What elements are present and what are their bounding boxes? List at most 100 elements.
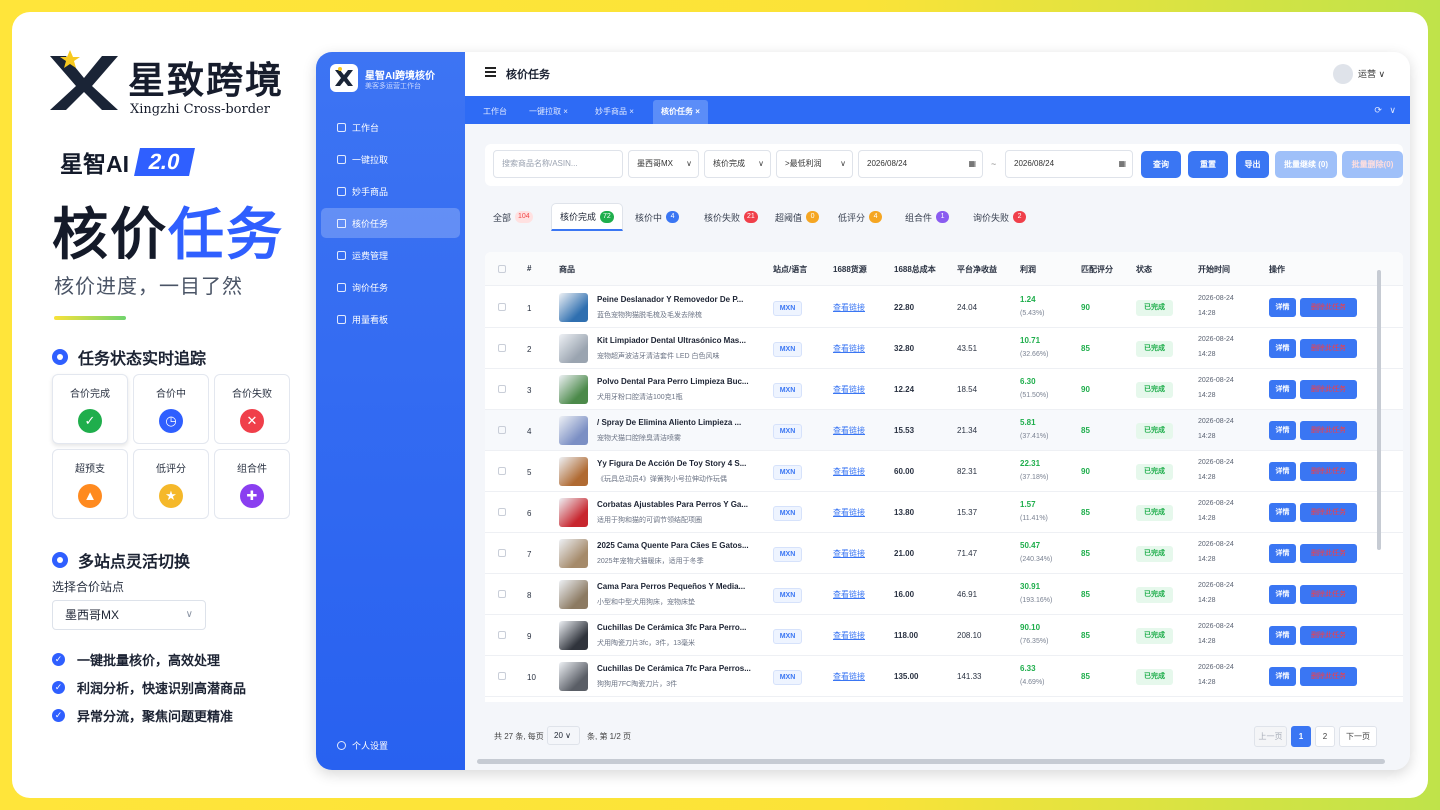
delete-task-button[interactable]: 删除此任务: [1300, 339, 1357, 358]
table-row[interactable]: 4 / Spray De Elimina Aliento Limpieza ...…: [485, 410, 1403, 451]
query-button[interactable]: 查询: [1141, 151, 1181, 178]
table-row[interactable]: 5 Yy Figura De Acción De Toy Story 4 S...…: [485, 451, 1403, 492]
table-row[interactable]: 1 Peine Deslanador Y Removedor De P... 蓝色宠…: [485, 287, 1403, 328]
delete-task-button[interactable]: 删除此任务: [1300, 298, 1357, 317]
batch-continue-button[interactable]: 批量继续 (0): [1275, 151, 1337, 178]
table-row[interactable]: 8 Cama Para Perros Pequeños Y Media... 小型和…: [485, 574, 1403, 615]
source-link[interactable]: 查看链接: [833, 671, 865, 682]
page-size-select[interactable]: 20 ∨: [547, 726, 580, 745]
table-row[interactable]: 3 Polvo Dental Para Perro Limpieza Buc...…: [485, 369, 1403, 410]
detail-button[interactable]: 详情: [1269, 667, 1296, 686]
product-title[interactable]: Corbatas Ajustables Para Perros Y Ga...: [597, 500, 754, 509]
row-checkbox[interactable]: [498, 549, 506, 557]
sidebar-item-0[interactable]: 工作台: [321, 112, 460, 142]
avatar[interactable]: [1333, 64, 1353, 84]
delete-task-button[interactable]: 删除此任务: [1300, 462, 1357, 481]
date-end-input[interactable]: 2026/08/24 ▦: [1005, 150, 1133, 178]
status-tab[interactable]: 低评分 4: [830, 203, 890, 231]
product-title[interactable]: Cuchillas De Cerámica 7fc Para Perros...: [597, 664, 754, 673]
row-checkbox[interactable]: [498, 344, 506, 352]
next-page-button[interactable]: 下一页: [1339, 726, 1377, 747]
sidebar-item-settings[interactable]: 个人设置: [321, 730, 460, 760]
product-title[interactable]: Peine Deslanador Y Removedor De P...: [597, 295, 754, 304]
product-title[interactable]: / Spray De Elimina Aliento Limpieza ...: [597, 418, 754, 427]
delete-task-button[interactable]: 删除此任务: [1300, 380, 1357, 399]
detail-button[interactable]: 详情: [1269, 339, 1296, 358]
site-select[interactable]: 墨西哥MX ∨: [52, 600, 206, 630]
product-title[interactable]: Polvo Dental Para Perro Limpieza Buc...: [597, 377, 754, 386]
detail-button[interactable]: 详情: [1269, 298, 1296, 317]
delete-task-button[interactable]: 删除此任务: [1300, 544, 1357, 563]
export-button[interactable]: 导出: [1236, 151, 1269, 178]
row-checkbox[interactable]: [498, 303, 506, 311]
sidebar-item-1[interactable]: 一键拉取: [321, 144, 460, 174]
page-1-button[interactable]: 1: [1291, 726, 1311, 747]
product-title[interactable]: 2025 Cama Quente Para Cães E Gatos...: [597, 541, 754, 550]
delete-task-button[interactable]: 删除此任务: [1300, 626, 1357, 645]
site-filter[interactable]: 墨西哥MX ∨: [628, 150, 699, 178]
tab-pull[interactable]: 一键拉取 ×: [521, 100, 576, 124]
detail-button[interactable]: 详情: [1269, 544, 1296, 563]
table-row[interactable]: 6 Corbatas Ajustables Para Perros Y Ga...…: [485, 492, 1403, 533]
prev-page-button[interactable]: 上一页: [1254, 726, 1287, 747]
detail-button[interactable]: 详情: [1269, 421, 1296, 440]
select-all-checkbox[interactable]: [498, 265, 506, 273]
reset-button[interactable]: 重置: [1188, 151, 1228, 178]
horizontal-scrollbar[interactable]: [477, 759, 1385, 764]
product-title[interactable]: Cuchillas De Cerámica 3fc Para Perro...: [597, 623, 754, 632]
page-2-button[interactable]: 2: [1315, 726, 1335, 747]
row-checkbox[interactable]: [498, 672, 506, 680]
status-tab[interactable]: 核价完成 72: [551, 203, 623, 231]
product-title[interactable]: Yy Figura De Acción De Toy Story 4 S...: [597, 459, 754, 468]
source-link[interactable]: 查看链接: [833, 630, 865, 641]
detail-button[interactable]: 详情: [1269, 585, 1296, 604]
table-row[interactable]: Cuchillas De Acero 5fc Para Aseo De ...3…: [485, 697, 1403, 702]
table-row[interactable]: 10 Cuchillas De Cerámica 7fc Para Perros.…: [485, 656, 1403, 697]
source-link[interactable]: 查看链接: [833, 507, 865, 518]
source-link[interactable]: 查看链接: [833, 548, 865, 559]
sidebar-item-3[interactable]: 核价任务: [321, 208, 460, 238]
tab-workbench[interactable]: 工作台: [475, 100, 515, 124]
detail-button[interactable]: 详情: [1269, 380, 1296, 399]
detail-button[interactable]: 详情: [1269, 462, 1296, 481]
status-filter[interactable]: 核价完成 ∨: [704, 150, 771, 178]
tab-pricing-task[interactable]: 核价任务 ×: [653, 100, 708, 124]
delete-task-button[interactable]: 删除此任务: [1300, 667, 1357, 686]
status-tab[interactable]: 核价失败 21: [696, 203, 766, 231]
menu-icon[interactable]: [485, 67, 496, 77]
sidebar-item-5[interactable]: 询价任务: [321, 272, 460, 302]
row-checkbox[interactable]: [498, 590, 506, 598]
source-link[interactable]: 查看链接: [833, 589, 865, 600]
sidebar-item-4[interactable]: 运费管理: [321, 240, 460, 270]
source-link[interactable]: 查看链接: [833, 384, 865, 395]
sidebar-item-2[interactable]: 妙手商品: [321, 176, 460, 206]
vertical-scrollbar[interactable]: [1377, 270, 1381, 550]
date-start-input[interactable]: 2026/08/24 ▦: [858, 150, 983, 178]
sidebar-item-6[interactable]: 用量看板: [321, 304, 460, 334]
detail-button[interactable]: 详情: [1269, 626, 1296, 645]
delete-task-button[interactable]: 删除此任务: [1300, 503, 1357, 522]
status-tab[interactable]: 组合件 1: [897, 203, 957, 231]
user-menu[interactable]: 运营 ∨: [1358, 67, 1385, 80]
delete-task-button[interactable]: 删除此任务: [1300, 421, 1357, 440]
row-checkbox[interactable]: [498, 508, 506, 516]
status-tab[interactable]: 超阈值 0: [767, 203, 827, 231]
search-input[interactable]: 搜索商品名称/ASIN...: [493, 150, 623, 178]
source-link[interactable]: 查看链接: [833, 302, 865, 313]
source-link[interactable]: 查看链接: [833, 425, 865, 436]
batch-delete-button[interactable]: 批量删除(0): [1342, 151, 1403, 178]
row-checkbox[interactable]: [498, 426, 506, 434]
table-row[interactable]: 7 2025 Cama Quente Para Cães E Gatos... 20…: [485, 533, 1403, 574]
table-row[interactable]: 2 Kit Limpiador Dental Ultrasónico Mas...…: [485, 328, 1403, 369]
table-row[interactable]: 9 Cuchillas De Cerámica 3fc Para Perro...…: [485, 615, 1403, 656]
row-checkbox[interactable]: [498, 467, 506, 475]
product-title[interactable]: Cama Para Perros Pequeños Y Media...: [597, 582, 754, 591]
row-checkbox[interactable]: [498, 385, 506, 393]
status-tab[interactable]: 询价失败 2: [965, 203, 1034, 231]
product-title[interactable]: Kit Limpiador Dental Ultrasónico Mas...: [597, 336, 754, 345]
delete-task-button[interactable]: 删除此任务: [1300, 585, 1357, 604]
row-checkbox[interactable]: [498, 631, 506, 639]
refresh-icon[interactable]: ⟳ ∨: [1374, 105, 1396, 116]
status-tab[interactable]: 核价中 4: [627, 203, 687, 231]
source-link[interactable]: 查看链接: [833, 343, 865, 354]
